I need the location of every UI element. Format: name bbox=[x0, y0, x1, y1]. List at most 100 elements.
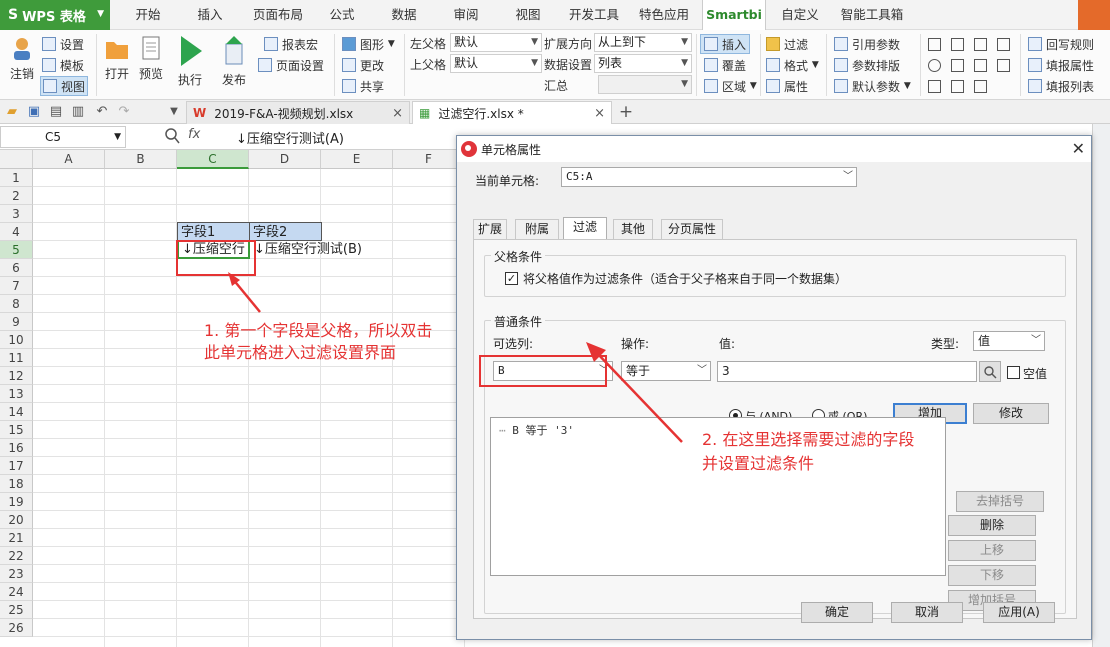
col-header-d[interactable]: D bbox=[249, 150, 321, 169]
cancel-button[interactable]: 取消 bbox=[891, 602, 963, 623]
menu-smartbi[interactable]: Smartbi bbox=[702, 0, 766, 30]
control-textbox-button[interactable] bbox=[928, 34, 1014, 54]
cell-c4[interactable]: 字段1 bbox=[177, 222, 250, 241]
row-header[interactable]: 1 bbox=[0, 169, 33, 187]
row-header[interactable]: 24 bbox=[0, 583, 33, 601]
col-header-c[interactable]: C bbox=[177, 150, 249, 169]
data-setting-select[interactable]: 列表 ▼ bbox=[594, 54, 692, 73]
redo-icon[interactable]: ↷ bbox=[116, 104, 132, 120]
property-button[interactable]: 属性 bbox=[766, 76, 808, 96]
menu-custom[interactable]: 自定义 bbox=[776, 0, 824, 30]
expand-direction-select[interactable]: 从上到下 ▼ bbox=[594, 33, 692, 52]
row-header[interactable]: 22 bbox=[0, 547, 33, 565]
apply-button[interactable]: 应用(A) bbox=[983, 602, 1055, 623]
insert-button[interactable]: 插入 bbox=[700, 34, 751, 54]
menu-home[interactable]: 开始 bbox=[122, 0, 174, 30]
cell-d4[interactable]: 字段2 bbox=[249, 222, 322, 241]
current-cell-select[interactable]: C5:A ﹀ bbox=[561, 167, 857, 187]
row-header[interactable]: 23 bbox=[0, 565, 33, 583]
open-button[interactable]: 打开 bbox=[102, 34, 132, 82]
left-parent-select[interactable]: 默认 ▼ bbox=[450, 33, 542, 52]
row-header[interactable]: 9 bbox=[0, 313, 33, 331]
row-header[interactable]: 15 bbox=[0, 421, 33, 439]
filter-button[interactable]: 过滤 bbox=[766, 34, 808, 54]
fill-property-button[interactable]: 填报属性 bbox=[1028, 55, 1094, 75]
row-header[interactable]: 25 bbox=[0, 601, 33, 619]
tab-attach[interactable]: 附属 bbox=[515, 219, 559, 239]
value-input[interactable]: 3 bbox=[717, 361, 977, 382]
row-header[interactable]: 8 bbox=[0, 295, 33, 313]
col-header-f[interactable]: F bbox=[393, 150, 465, 169]
row-header[interactable]: 7 bbox=[0, 277, 33, 295]
fill-list-button[interactable]: 填报列表 bbox=[1028, 76, 1094, 96]
type-select[interactable]: 值 ﹀ bbox=[973, 331, 1045, 351]
row-header[interactable]: 26 bbox=[0, 619, 33, 637]
preview-icon[interactable]: ▥ bbox=[70, 104, 86, 120]
control-radio-button[interactable] bbox=[928, 55, 1014, 75]
summary-select[interactable]: ▼ bbox=[598, 75, 692, 94]
row-header[interactable]: 20 bbox=[0, 511, 33, 529]
menu-smart-toolbox[interactable]: 智能工具箱 bbox=[836, 0, 908, 30]
window-control[interactable] bbox=[1078, 0, 1110, 30]
row-header[interactable]: 12 bbox=[0, 367, 33, 385]
print-icon[interactable]: ▤ bbox=[48, 104, 64, 120]
tab-paging[interactable]: 分页属性 bbox=[661, 219, 723, 239]
undo-icon[interactable]: ↶ bbox=[94, 104, 110, 120]
zoom-icon[interactable] bbox=[164, 126, 180, 146]
region-button[interactable]: 区域 ▼ bbox=[704, 76, 757, 96]
row-header[interactable]: 10 bbox=[0, 331, 33, 349]
tab-other[interactable]: 其他 bbox=[613, 219, 653, 239]
menu-review[interactable]: 审阅 bbox=[444, 0, 488, 30]
select-all-corner[interactable] bbox=[0, 150, 33, 169]
row-header[interactable]: 3 bbox=[0, 205, 33, 223]
col-header-b[interactable]: B bbox=[105, 150, 177, 169]
empty-value-checkbox[interactable] bbox=[1007, 366, 1020, 379]
parent-filter-checkbox[interactable]: ✓ bbox=[505, 272, 518, 285]
save-icon[interactable]: ▣ bbox=[26, 104, 42, 120]
dialog-titlebar[interactable]: 单元格属性 ✕ bbox=[457, 136, 1091, 162]
writeback-rule-button[interactable]: 回写规则 bbox=[1028, 34, 1094, 54]
settings-button[interactable]: 设置 bbox=[42, 34, 84, 54]
template-button[interactable]: 模板 bbox=[42, 55, 84, 75]
row-header[interactable]: 13 bbox=[0, 385, 33, 403]
col-header-e[interactable]: E bbox=[321, 150, 393, 169]
fx-icon[interactable]: fx bbox=[188, 127, 200, 142]
control-checkbox-button[interactable] bbox=[928, 76, 991, 96]
menu-data[interactable]: 数据 bbox=[382, 0, 426, 30]
delete-condition-button[interactable]: 删除 bbox=[948, 515, 1036, 536]
modify-condition-button[interactable]: 修改 bbox=[973, 403, 1049, 424]
name-box[interactable]: C5 ▼ bbox=[0, 126, 126, 148]
row-header[interactable]: 14 bbox=[0, 403, 33, 421]
ok-button[interactable]: 确定 bbox=[801, 602, 873, 623]
format-button[interactable]: 格式 ▼ bbox=[766, 55, 819, 75]
view-button[interactable]: 视图 bbox=[40, 76, 89, 96]
close-icon[interactable]: × bbox=[594, 106, 605, 121]
preview-button[interactable]: 预览 bbox=[136, 34, 166, 82]
close-icon[interactable]: × bbox=[392, 106, 403, 121]
row-header[interactable]: 4 bbox=[0, 223, 33, 241]
condition-item[interactable]: ⋯ B 等于 '3' bbox=[499, 422, 574, 438]
close-icon[interactable]: ✕ bbox=[1072, 139, 1085, 158]
change-button[interactable]: 更改 bbox=[342, 55, 384, 75]
side-panel-strip[interactable] bbox=[1092, 124, 1110, 647]
menu-page-layout[interactable]: 页面布局 bbox=[246, 0, 310, 30]
move-down-button[interactable]: 下移 bbox=[948, 565, 1036, 586]
share-button[interactable]: 共享 bbox=[342, 76, 384, 96]
new-folder-icon[interactable]: ▰ bbox=[4, 104, 20, 120]
menu-formula[interactable]: 公式 bbox=[320, 0, 364, 30]
report-macro-button[interactable]: 报表宏 bbox=[264, 34, 318, 54]
move-up-button[interactable]: 上移 bbox=[948, 540, 1036, 561]
row-header[interactable]: 5 bbox=[0, 241, 33, 259]
app-menu-button[interactable]: S WPS 表格 ▼ bbox=[0, 0, 110, 30]
ref-param-button[interactable]: 引用参数 bbox=[834, 34, 900, 54]
cell-d5[interactable]: ↓压缩空行测试(B) bbox=[251, 240, 401, 259]
doc-tab-1[interactable]: W 2019-F&A-视频规划.xlsx × bbox=[186, 101, 410, 124]
chevron-down-icon[interactable]: ▼ bbox=[166, 104, 182, 120]
col-header-a[interactable]: A bbox=[33, 150, 105, 169]
menu-special[interactable]: 特色应用 bbox=[634, 0, 694, 30]
chart-button[interactable]: 图形 ▼ bbox=[342, 34, 395, 54]
row-header[interactable]: 21 bbox=[0, 529, 33, 547]
tab-filter[interactable]: 过滤 bbox=[563, 217, 607, 240]
cover-button[interactable]: 覆盖 bbox=[704, 55, 746, 75]
add-tab-icon[interactable]: + bbox=[618, 104, 634, 121]
